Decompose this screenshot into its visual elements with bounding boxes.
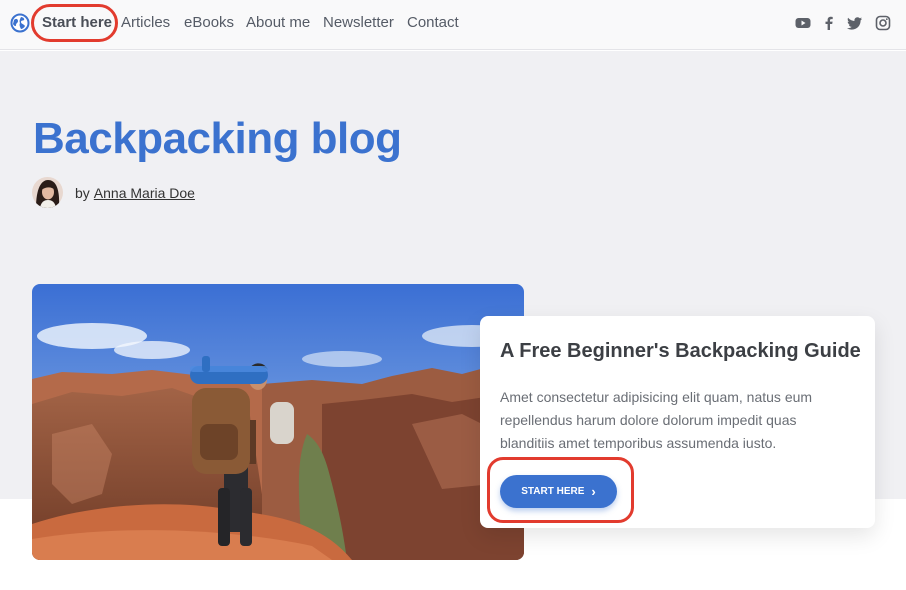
highlight-start-here-button — [487, 457, 634, 523]
instagram-icon[interactable] — [874, 14, 892, 32]
author-byline: by Anna Maria Doe — [32, 177, 195, 208]
card-description: Amet consectetur adipisicing elit quam, … — [500, 389, 813, 451]
highlight-start-here-nav — [31, 4, 118, 42]
byline-prefix: by — [75, 184, 90, 201]
card-title: A Free Beginner's Backpacking Guide — [500, 340, 861, 362]
nav-ebooks[interactable]: eBooks — [184, 14, 234, 31]
hiker-canyon-photo — [32, 284, 524, 560]
top-navigation: Start here Articles eBooks About me News… — [0, 0, 906, 50]
facebook-icon[interactable] — [820, 14, 838, 32]
twitter-icon[interactable] — [846, 14, 864, 32]
youtube-icon[interactable] — [794, 14, 812, 32]
nav-about-me[interactable]: About me — [246, 14, 310, 31]
globe-logo-icon[interactable] — [10, 13, 30, 33]
blog-title: Backpacking blog — [33, 114, 402, 163]
nav-newsletter[interactable]: Newsletter — [323, 14, 394, 31]
nav-contact[interactable]: Contact — [407, 14, 459, 31]
author-avatar[interactable] — [32, 177, 63, 208]
nav-articles[interactable]: Articles — [121, 14, 170, 31]
author-name-link[interactable]: Anna Maria Doe — [94, 185, 195, 201]
